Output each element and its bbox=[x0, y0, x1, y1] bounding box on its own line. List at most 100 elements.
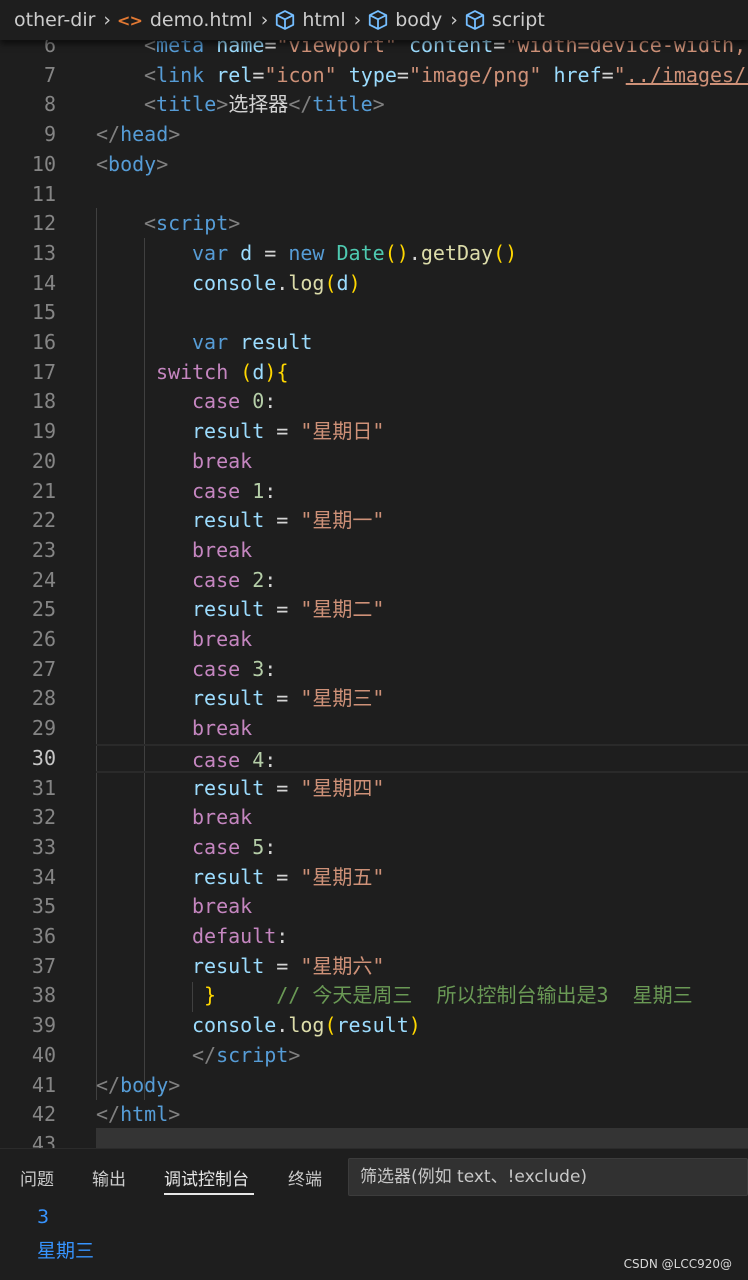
tab-debug-console[interactable]: 调试控制台 bbox=[164, 1165, 249, 1190]
code-line-content: switch (d){ bbox=[96, 358, 748, 388]
code-text: result = "星期日" bbox=[192, 417, 384, 447]
code-line[interactable]: 30 case 4: bbox=[0, 743, 748, 774]
breadcrumb-symbol-script[interactable]: script bbox=[464, 9, 545, 31]
code-line[interactable]: 39 console.log(result) bbox=[0, 1011, 748, 1041]
code-token: "星期二" bbox=[300, 597, 385, 622]
code-token: </ bbox=[288, 92, 313, 117]
code-editor[interactable]: 6 <meta name="viewport" content="width=de… bbox=[0, 30, 748, 1148]
code-line[interactable]: 35 break bbox=[0, 892, 748, 922]
code-line[interactable]: 42 </html> bbox=[0, 1100, 748, 1130]
code-line[interactable]: 20 break bbox=[0, 447, 748, 477]
code-line-content: default: bbox=[96, 922, 748, 952]
line-number: 9 bbox=[43, 122, 56, 147]
code-token: 5 bbox=[252, 834, 265, 859]
code-token: = bbox=[252, 62, 265, 87]
line-number: 10 bbox=[31, 151, 56, 176]
code-token: break bbox=[192, 894, 253, 919]
code-line[interactable]: 9 </head> bbox=[0, 120, 748, 150]
breadcrumb-symbol-body[interactable]: body bbox=[367, 9, 442, 31]
code-line[interactable]: 23 break bbox=[0, 536, 748, 566]
code-line-content: </script> bbox=[96, 1041, 748, 1071]
code-token: : bbox=[264, 389, 277, 414]
code-line[interactable]: 28 result = "星期三" bbox=[0, 684, 748, 714]
code-token: 4 bbox=[252, 747, 265, 772]
code-line-content: case 1: bbox=[96, 477, 748, 507]
code-line[interactable]: 27 case 3: bbox=[0, 655, 748, 685]
code-token: result bbox=[192, 864, 265, 889]
tab-problems[interactable]: 问题 bbox=[20, 1165, 54, 1190]
breadcrumb-file[interactable]: <> demo.html bbox=[117, 9, 253, 31]
code-line-content: </head> bbox=[96, 120, 748, 150]
code-line-content: <title>选择器</title> bbox=[96, 90, 748, 120]
code-text: case 1: bbox=[192, 477, 276, 507]
code-line[interactable]: 16 var result bbox=[0, 328, 748, 358]
code-token: default bbox=[192, 924, 277, 948]
code-line[interactable]: 36 default: bbox=[0, 922, 748, 952]
code-line[interactable]: 25 result = "星期二" bbox=[0, 595, 748, 625]
code-line[interactable]: 40 </script> bbox=[0, 1041, 748, 1071]
code-token: = bbox=[264, 419, 301, 444]
tab-terminal[interactable]: 终端 bbox=[288, 1165, 322, 1190]
code-line[interactable]: 21 case 1: bbox=[0, 477, 748, 507]
code-line[interactable]: 38} // 今天是周三 所以控制台输出是3 星期三 bbox=[0, 981, 748, 1011]
code-token: = bbox=[252, 240, 289, 265]
code-token: 3 bbox=[252, 656, 265, 681]
code-line-content: break bbox=[96, 803, 748, 833]
code-token: ) bbox=[348, 270, 361, 295]
code-text: result = "星期五" bbox=[192, 863, 384, 893]
code-line[interactable]: 41 </body> bbox=[0, 1071, 748, 1101]
code-line[interactable]: 26 break bbox=[0, 625, 748, 655]
code-line[interactable]: 14 console.log(d) bbox=[0, 269, 748, 299]
console-filter-input[interactable]: 筛选器(例如 text、!exclude) bbox=[348, 1158, 748, 1196]
code-line[interactable]: 33 case 5: bbox=[0, 833, 748, 863]
code-text: result = "星期一" bbox=[192, 506, 384, 536]
code-line[interactable]: 37 result = "星期六" bbox=[0, 952, 748, 982]
tab-output[interactable]: 输出 bbox=[92, 1165, 126, 1190]
code-token: > bbox=[168, 1102, 181, 1127]
code-line[interactable]: 24 case 2: bbox=[0, 566, 748, 596]
line-number: 31 bbox=[31, 775, 56, 800]
code-text: console.log(result) bbox=[192, 1011, 421, 1041]
code-token: : bbox=[276, 924, 289, 948]
code-line[interactable]: 13 var d = new Date().getDay() bbox=[0, 239, 748, 269]
code-text: break bbox=[192, 803, 252, 833]
code-token: < bbox=[96, 151, 109, 176]
code-token: 0 bbox=[252, 389, 265, 414]
code-token: () bbox=[384, 240, 409, 265]
code-line[interactable]: 29 break bbox=[0, 714, 748, 744]
code-token: break bbox=[192, 805, 253, 830]
code-token: < bbox=[144, 211, 157, 236]
code-text: break bbox=[192, 714, 252, 744]
code-line[interactable]: 19 result = "星期日" bbox=[0, 417, 748, 447]
code-line-content: <body> bbox=[96, 150, 748, 180]
code-token: "icon" bbox=[264, 62, 337, 87]
code-line[interactable]: 7 <link rel="icon" type="image/png" href=… bbox=[0, 61, 748, 91]
code-token: > bbox=[168, 122, 181, 147]
code-line[interactable]: 22 result = "星期一" bbox=[0, 506, 748, 536]
line-number: 43 bbox=[31, 1131, 56, 1148]
code-line[interactable]: 11 bbox=[0, 180, 748, 210]
code-token: < bbox=[144, 62, 157, 87]
breadcrumb-symbol-html[interactable]: html bbox=[274, 9, 346, 31]
code-line[interactable]: 17 switch (d){ bbox=[0, 358, 748, 388]
code-line[interactable]: 15 bbox=[0, 298, 748, 328]
code-token: title bbox=[156, 92, 217, 117]
code-line[interactable]: 31 result = "星期四" bbox=[0, 774, 748, 804]
code-text: result = "星期四" bbox=[192, 774, 384, 804]
code-token: : bbox=[264, 478, 277, 503]
code-line[interactable]: 10 <body> bbox=[0, 150, 748, 180]
breadcrumb-folder[interactable]: other-dir bbox=[14, 9, 95, 31]
code-line[interactable]: 12 <script> bbox=[0, 209, 748, 239]
code-text: case 2: bbox=[192, 566, 276, 596]
code-token: script bbox=[156, 211, 229, 236]
horizontal-scrollbar[interactable] bbox=[96, 1128, 748, 1148]
code-line[interactable]: 32 break bbox=[0, 803, 748, 833]
code-token: ) bbox=[408, 1013, 421, 1038]
code-token: </ bbox=[96, 122, 121, 147]
code-line[interactable]: 34 result = "星期五" bbox=[0, 863, 748, 893]
code-line[interactable]: 8 <title>选择器</title> bbox=[0, 90, 748, 120]
code-token: case bbox=[192, 834, 241, 859]
code-line[interactable]: 18 case 0: bbox=[0, 387, 748, 417]
